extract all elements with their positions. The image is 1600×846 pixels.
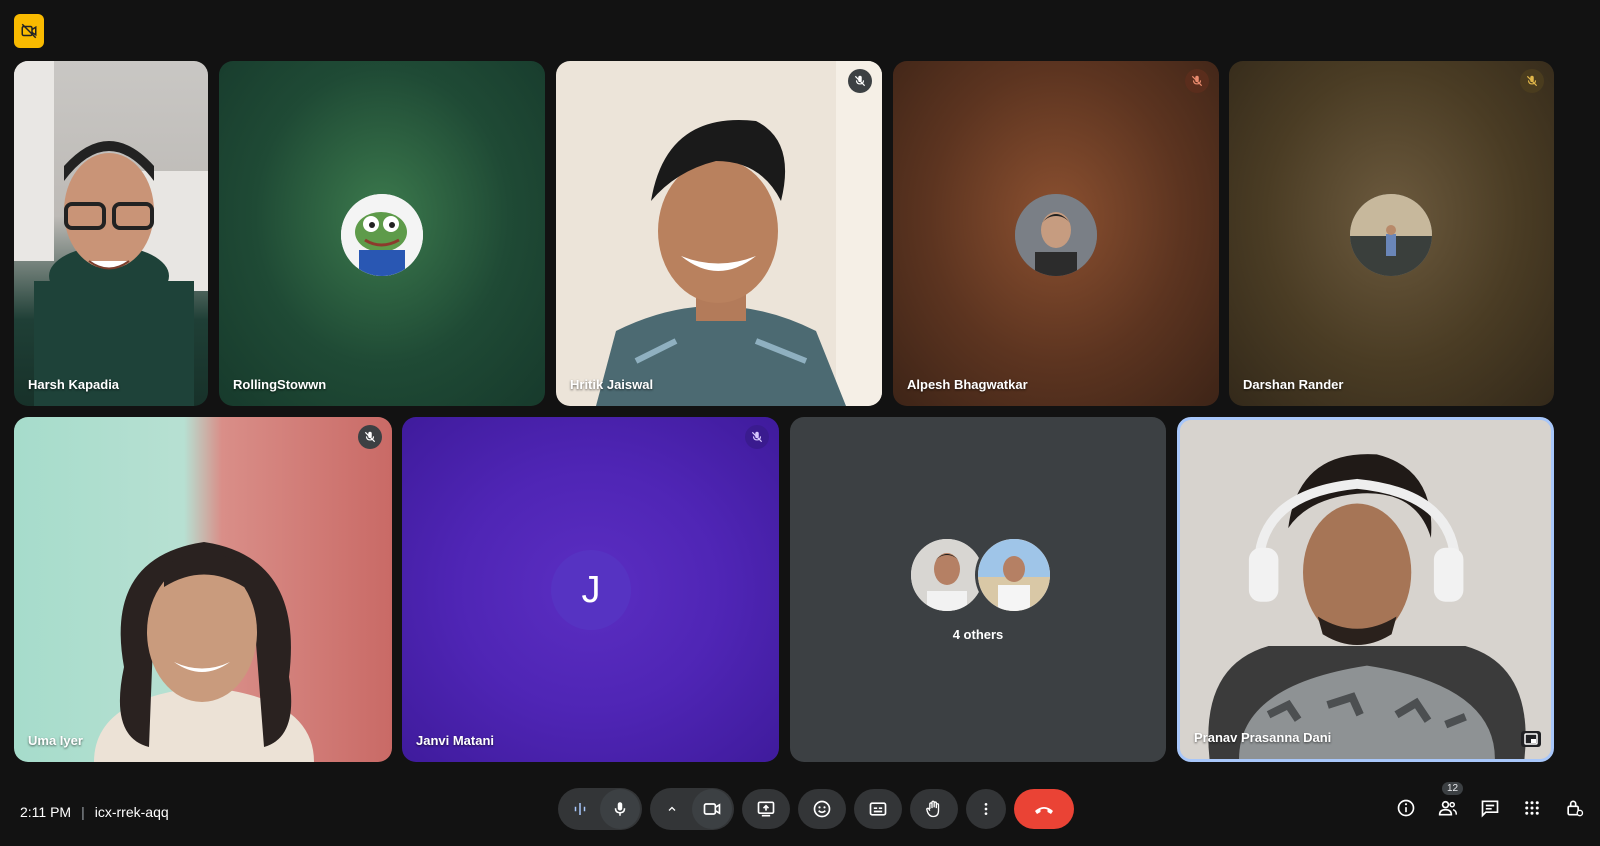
participant-name: Uma Iyer xyxy=(28,733,83,748)
mic-icon xyxy=(614,802,626,816)
avatar xyxy=(1350,194,1432,276)
mic-off-icon xyxy=(854,75,866,87)
user-photo-avatar xyxy=(1015,194,1097,276)
participant-name: Hritik Jaiswal xyxy=(570,377,654,392)
meeting-code: icx-rrek-aqq xyxy=(94,804,169,820)
meeting-time: 2:11 PM xyxy=(20,804,72,820)
avatar xyxy=(1015,194,1097,276)
pin-button[interactable] xyxy=(1521,731,1541,747)
camera-button[interactable] xyxy=(692,789,732,829)
meeting-details-button[interactable] xyxy=(1394,796,1418,820)
mute-indicator xyxy=(1185,69,1209,93)
user-photo-avatar xyxy=(911,539,983,611)
participant-tile-janvi[interactable]: J Janvi Matani xyxy=(402,417,779,762)
participant-tile-darshan[interactable]: Darshan Rander xyxy=(1229,61,1554,406)
audio-levels-icon xyxy=(574,803,586,815)
chat-button[interactable] xyxy=(1478,796,1502,820)
participant-tile-harsh[interactable]: Harsh Kapadia xyxy=(14,61,208,406)
end-call-icon xyxy=(1035,807,1053,814)
chat-icon xyxy=(1481,800,1499,818)
captions-icon xyxy=(869,802,887,816)
side-panel-controls: 12 xyxy=(1394,782,1586,820)
mic-button[interactable] xyxy=(600,789,640,829)
mic-off-icon xyxy=(364,431,376,443)
others-label: 4 others xyxy=(952,627,1004,642)
participant-video xyxy=(1180,420,1551,759)
participant-name: Pranav Prasanna Dani xyxy=(1194,730,1332,745)
participant-name: Janvi Matani xyxy=(416,733,495,748)
lock-icon xyxy=(1567,800,1584,817)
mic-off-icon xyxy=(1526,75,1538,87)
initial-avatar: J xyxy=(551,550,631,630)
raise-hand-button[interactable] xyxy=(910,789,958,829)
mute-indicator xyxy=(358,425,382,449)
captions-button[interactable] xyxy=(854,789,902,829)
mic-off-icon xyxy=(1191,75,1203,87)
participant-tile-alpesh[interactable]: Alpesh Bhagwatkar xyxy=(893,61,1219,406)
meeting-info: 2:11 PM | icx-rrek-aqq xyxy=(20,804,169,820)
participant-name: Alpesh Bhagwatkar xyxy=(907,377,1028,392)
participant-name: Darshan Rander xyxy=(1243,377,1344,392)
mic-off-icon xyxy=(751,431,763,443)
user-photo-avatar xyxy=(1350,194,1432,276)
info-icon xyxy=(1397,799,1415,817)
emoji-button[interactable] xyxy=(798,789,846,829)
camera-off-badge[interactable] xyxy=(14,14,44,48)
participant-name: Harsh Kapadia xyxy=(28,377,120,392)
participant-tile-pranav[interactable]: Pranav Prasanna Dani xyxy=(1177,417,1554,762)
participant-video xyxy=(596,61,882,406)
participant-tile-rollingstowwn[interactable]: RollingStowwn xyxy=(219,61,545,406)
mute-indicator xyxy=(1520,69,1544,93)
picture-in-picture-icon xyxy=(1524,733,1538,745)
audio-levels-button[interactable] xyxy=(560,789,600,829)
bottom-toolbar: 2:11 PM | icx-rrek-aqq 12 xyxy=(0,776,1600,846)
camera-control xyxy=(650,788,734,830)
chevron-up-icon xyxy=(668,806,676,811)
camera-off-icon xyxy=(21,23,37,39)
frog-avatar-icon xyxy=(341,194,423,276)
people-count-badge: 12 xyxy=(1442,782,1464,795)
participant-tile-hritik[interactable]: Hritik Jaiswal xyxy=(556,61,882,406)
emoji-icon xyxy=(813,800,831,818)
more-options-button[interactable] xyxy=(966,789,1006,829)
activities-button[interactable] xyxy=(1520,796,1544,820)
avatar xyxy=(341,194,423,276)
more-vert-icon xyxy=(984,803,988,815)
call-controls xyxy=(558,788,1074,830)
others-tile[interactable]: 4 others xyxy=(790,417,1166,762)
people-icon xyxy=(1438,800,1458,816)
mute-indicator xyxy=(745,425,769,449)
initial-letter: J xyxy=(581,568,601,611)
mute-indicator xyxy=(848,69,872,93)
participant-name: RollingStowwn xyxy=(233,377,327,392)
present-screen-icon xyxy=(757,801,775,817)
microphone-control xyxy=(558,788,642,830)
participant-tile-uma[interactable]: Uma Iyer xyxy=(14,417,392,762)
people-button[interactable]: 12 xyxy=(1436,782,1464,820)
meeting-separator: | xyxy=(81,804,85,820)
user-photo-avatar xyxy=(978,539,1050,611)
avatar xyxy=(975,536,1053,614)
participant-video xyxy=(14,61,208,406)
participant-video xyxy=(94,542,314,762)
camera-icon xyxy=(703,803,721,815)
camera-options-button[interactable] xyxy=(652,789,692,829)
present-screen-button[interactable] xyxy=(742,789,790,829)
host-controls-button[interactable] xyxy=(1562,796,1586,820)
raise-hand-icon xyxy=(926,800,940,818)
apps-icon xyxy=(1525,801,1539,815)
end-call-button[interactable] xyxy=(1014,789,1074,829)
